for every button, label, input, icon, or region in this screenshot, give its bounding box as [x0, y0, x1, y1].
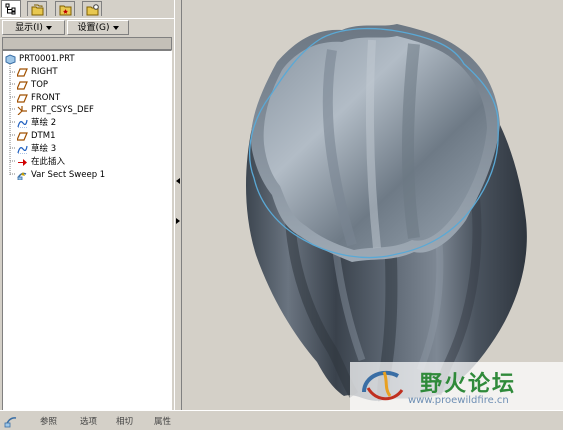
tree-header-bar — [2, 37, 172, 50]
watermark-title: 野火论坛 — [420, 372, 517, 397]
connections-icon — [86, 4, 99, 16]
forum-watermark: 野火论坛 www.proewildfire.cn — [350, 362, 563, 410]
expand-arrow-icon[interactable] — [176, 218, 180, 224]
sweep-feature-icon — [17, 172, 27, 180]
tab-properties[interactable]: 属性 — [154, 415, 171, 427]
sketch-icon — [17, 145, 28, 154]
tab-model-tree[interactable] — [1, 0, 21, 17]
tree-item-label: Var Sect Sweep 1 — [31, 170, 106, 180]
folder-browser-icon — [31, 4, 44, 16]
tree-item-label: 在此插入 — [31, 157, 66, 167]
tree-item-label: 草绘 3 — [31, 144, 57, 154]
csys-icon — [17, 106, 27, 115]
part-icon — [5, 54, 16, 64]
show-menu-button[interactable]: 显示(I) — [2, 20, 65, 35]
navigator-panel: 显示(I) 设置(G) PRT0001.PRT RIGHT TOP FRONT … — [0, 0, 174, 412]
tree-item-label: FRONT — [31, 93, 61, 103]
tab-options[interactable]: 选项 — [80, 415, 97, 427]
chevron-down-icon — [45, 25, 52, 30]
navigator-menu-row: 显示(I) 设置(G) — [0, 18, 174, 37]
datum-plane-icon — [17, 132, 28, 141]
tree-item-label: 草绘 2 — [31, 118, 57, 128]
favorites-icon — [59, 5, 72, 16]
tab-favorites[interactable] — [55, 1, 75, 16]
tab-tangency[interactable]: 相切 — [116, 415, 133, 427]
watermark-url: www.proewildfire.cn — [408, 395, 509, 406]
sketch-icon — [17, 119, 28, 128]
tree-item-label: DTM1 — [31, 131, 56, 141]
tab-references[interactable]: 参照 — [40, 415, 57, 427]
tree-root-label: PRT0001.PRT — [19, 54, 75, 64]
datum-plane-icon — [17, 81, 28, 90]
tab-connections[interactable] — [82, 1, 102, 16]
collapse-arrow-icon[interactable] — [176, 178, 180, 184]
tree-item-label: TOP — [31, 80, 49, 90]
settings-menu-label: 设置(G) — [77, 23, 110, 33]
datum-plane-icon — [17, 94, 28, 103]
graphics-window[interactable]: 野火论坛 www.proewildfire.cn — [182, 0, 563, 410]
tree-item-label: RIGHT — [31, 67, 58, 77]
navigator-tab-strip — [0, 0, 174, 17]
sweep-dashboard-icon[interactable] — [4, 414, 18, 428]
insert-here-arrow-icon — [18, 159, 27, 166]
model-tree-icon — [5, 3, 16, 15]
vase-model-render — [246, 24, 527, 402]
tab-folder-browser[interactable] — [27, 1, 47, 16]
panel-sash[interactable] — [174, 0, 182, 410]
inner-fold — [401, 43, 420, 239]
tree-item-label: PRT_CSYS_DEF — [31, 105, 94, 115]
settings-menu-button[interactable]: 设置(G) — [67, 20, 129, 35]
model-tree: PRT0001.PRT RIGHT TOP FRONT PRT_CSYS_DEF — [2, 50, 172, 412]
dashboard-bar: 参照 选项 相切 属性 — [0, 410, 563, 430]
datum-plane-icon — [17, 68, 28, 77]
show-menu-label: 显示(I) — [15, 23, 43, 33]
forum-logo-icon — [362, 370, 404, 401]
chevron-down-icon — [112, 25, 119, 30]
